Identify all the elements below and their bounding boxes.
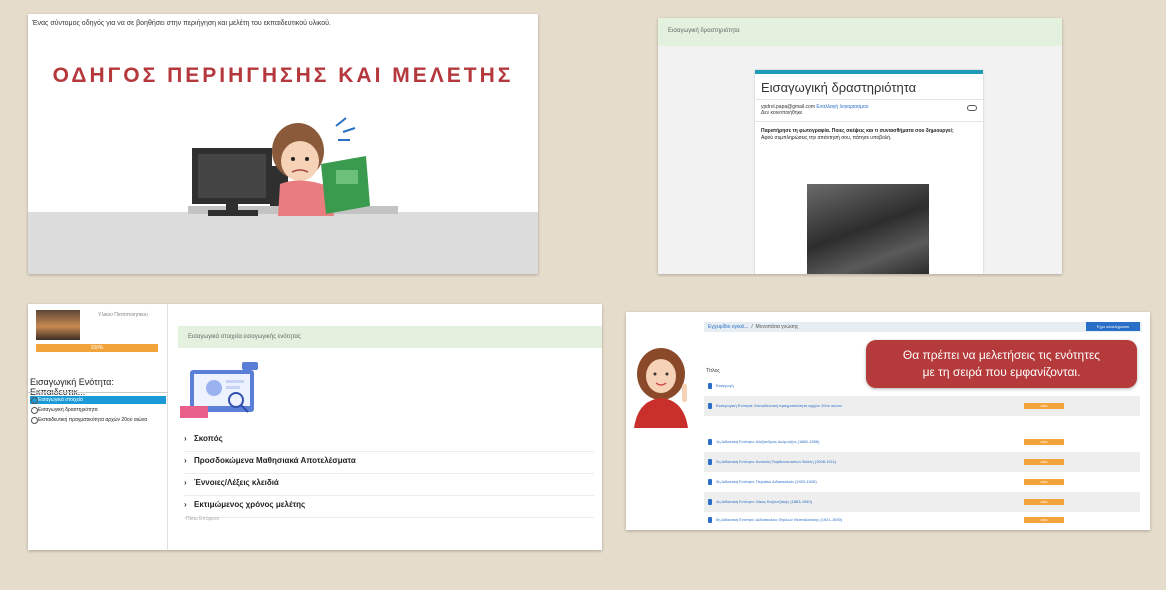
form-title: Εισαγωγική δραστηριότητα: [755, 74, 983, 100]
accordion-study-time[interactable]: › Εκτιμώμενος χρόνος μελέτης: [184, 500, 594, 518]
table-row[interactable]: 1η Διδακτική Ενότητα: Αλέξανδρος Δελμούζ…: [704, 432, 1140, 452]
row-title: Εισαγωγική Ενότητα: Εκπαιδευτική πραγματ…: [716, 403, 842, 408]
progress-badge: 100%: [1024, 439, 1064, 445]
progress-badge: 100%: [1024, 403, 1064, 409]
course-thumbnail: [36, 310, 80, 340]
chevron-right-icon: ›: [184, 456, 187, 465]
progress-badge: 100%: [1024, 459, 1064, 465]
guide-cover-slide: Ένας σύντομος οδηγός για να σε βοηθήσει …: [28, 14, 538, 274]
accordion-purpose[interactable]: › Σκοπός: [184, 434, 594, 452]
nav-item-intro-activity[interactable]: Εισαγωγική δραστηριότητα: [30, 406, 166, 414]
breadcrumb-home[interactable]: Εγχειρίδιο εγκαλ...: [708, 324, 749, 330]
document-icon: [708, 439, 712, 445]
document-icon: [708, 499, 712, 505]
accordion-learning-outcomes[interactable]: › Προσδοκώμενα Μαθησιακά Αποτελέσματα: [184, 456, 594, 474]
row-title: 1η Διδακτική Ενότητα: Αλέξανδρος Δελμούζ…: [716, 439, 820, 444]
completed-button[interactable]: Έχω ολοκληρώσει: [1086, 322, 1140, 331]
student-at-computer-illustration: [188, 117, 398, 216]
table-row[interactable]: 5η Διδακτική Ενότητα: Διδασκαλείο Θηλέων…: [704, 510, 1140, 530]
progress-badge: 100%: [1024, 499, 1064, 505]
document-icon: [708, 403, 712, 409]
course-name: Υλικού Πιστοποιητικού: [98, 312, 148, 318]
divider: [28, 392, 168, 393]
accordion-label: Προσδοκώμενα Μαθησιακά Αποτελέσματα: [194, 456, 356, 465]
nav-item-educational-reality[interactable]: Εκπαιδευτική πραγματικότητα αρχών 20ού α…: [30, 416, 166, 424]
classroom-photo: [807, 184, 929, 274]
unit-title[interactable]: Εισαγωγική Ενότητα: Εκπαιδευτικ...: [30, 377, 167, 397]
cloud-icon: [967, 105, 977, 111]
document-icon: [708, 517, 712, 523]
progress-badge: 100%: [1024, 479, 1064, 485]
activity-header: Εισαγωγική δραστηριότητα: [658, 18, 1062, 46]
prev-next-nav[interactable]: Πίσω Επόμενο: [186, 516, 219, 522]
accordion-keywords[interactable]: › Έννοιες/Λέξεις κλειδιά: [184, 478, 594, 496]
breadcrumb: Εγχειρίδιο εγκαλ... / Μονοπάτια γνώσης: [704, 322, 1142, 332]
chevron-right-icon: ›: [184, 500, 187, 509]
document-icon: [708, 383, 712, 389]
course-progress-bar: 100%: [36, 344, 158, 352]
document-icon: [708, 479, 712, 485]
guide-subtitle: Ένας σύντομος οδηγός για να σε βοηθήσει …: [32, 20, 331, 27]
accordion-label: Εκτιμώμενος χρόνος μελέτης: [194, 500, 306, 509]
chevron-right-icon: ›: [184, 434, 187, 443]
accordion-label: Έννοιες/Λέξεις κλειδιά: [194, 478, 279, 487]
progress-badge: 100%: [1024, 517, 1064, 523]
unit-intro-page: Υλικού Πιστοποιητικού 100% Εισαγωγική Εν…: [28, 304, 602, 550]
form-account-info: ypdrol.papa@gmail.com Εναλλαγή λογαριασμ…: [755, 100, 983, 122]
breadcrumb-current: Μονοπάτια γνώσης: [755, 324, 799, 330]
speech-bubble: Θα πρέπει να μελετήσεις τις ενότητες με …: [866, 340, 1137, 388]
guide-woman-illustration: [634, 348, 688, 428]
table-row[interactable]: Εισαγωγική Ενότητα: Εκπαιδευτική πραγματ…: [704, 396, 1140, 416]
table-row[interactable]: 4η Διδακτική Ενότητα: Νίκος Καζαντζάκης …: [704, 492, 1140, 512]
switch-account-link[interactable]: Εναλλαγή λογαριασμού: [816, 104, 868, 110]
nav-item-intro-elements[interactable]: Εισαγωγικά στοιχεία: [30, 396, 166, 404]
bubble-line-2: με τη σειρά που εμφανίζονται.: [922, 365, 1081, 379]
row-title: 5η Διδακτική Ενότητα: Διδασκαλείο Θηλέων…: [716, 517, 843, 522]
not-shared-label: Δεν κοινοποιήθηκε: [761, 110, 803, 116]
chevron-right-icon: ›: [184, 478, 187, 487]
bubble-line-1: Θα πρέπει να μελετήσεις τις ενότητες: [902, 348, 1101, 362]
study-illustration: [180, 362, 258, 418]
document-icon: [708, 459, 712, 465]
row-title: 2η Διδακτική Ενότητα: Ανατολή Παρθενιουτ…: [716, 459, 837, 464]
table-row[interactable]: 2η Διδακτική Ενότητα: Ανατολή Παρθενιουτ…: [704, 452, 1140, 472]
form-question: Παρατήρησε τη φωτογραφία. Ποιες σκέψεις …: [755, 122, 983, 148]
intro-activity-form: Εισαγωγική δραστηριότητα Εισαγωγική δρασ…: [658, 18, 1062, 274]
row-title: Εισαγωγή: [716, 383, 734, 388]
row-title: 4η Διδακτική Ενότητα: Νίκος Καζαντζάκης …: [716, 499, 813, 504]
form-card: Εισαγωγική δραστηριότητα ypdrol.papa@gma…: [755, 70, 983, 274]
instruction-text: Αφού συμπληρώσεις την απάντησή σου, πάτη…: [761, 135, 892, 141]
column-header-title: Τίτλος: [706, 368, 720, 374]
learning-path-page: Εγχειρίδιο εγκαλ... / Μονοπάτια γνώσης Έ…: [626, 312, 1150, 530]
accordion-label: Σκοπός: [194, 434, 223, 443]
course-sidebar: Υλικού Πιστοποιητικού 100% Εισαγωγική Εν…: [28, 304, 168, 550]
table-row[interactable]: 3η Διδακτική Ενότητα: Πειραϊκό Διδασκαλε…: [704, 472, 1140, 492]
guide-title: ΟΔΗΓΟΣ ΠΕΡΙΗΓΗΣΗΣ ΚΑΙ ΜΕΛΕΤΗΣ: [52, 64, 514, 87]
question-text: Παρατήρησε τη φωτογραφία. Ποιες σκέψεις …: [761, 128, 954, 134]
section-header: Εισαγωγικά στοιχεία εισαγωγικής ενότητας: [178, 326, 602, 348]
row-title: 3η Διδακτική Ενότητα: Πειραϊκό Διδασκαλε…: [716, 479, 817, 484]
